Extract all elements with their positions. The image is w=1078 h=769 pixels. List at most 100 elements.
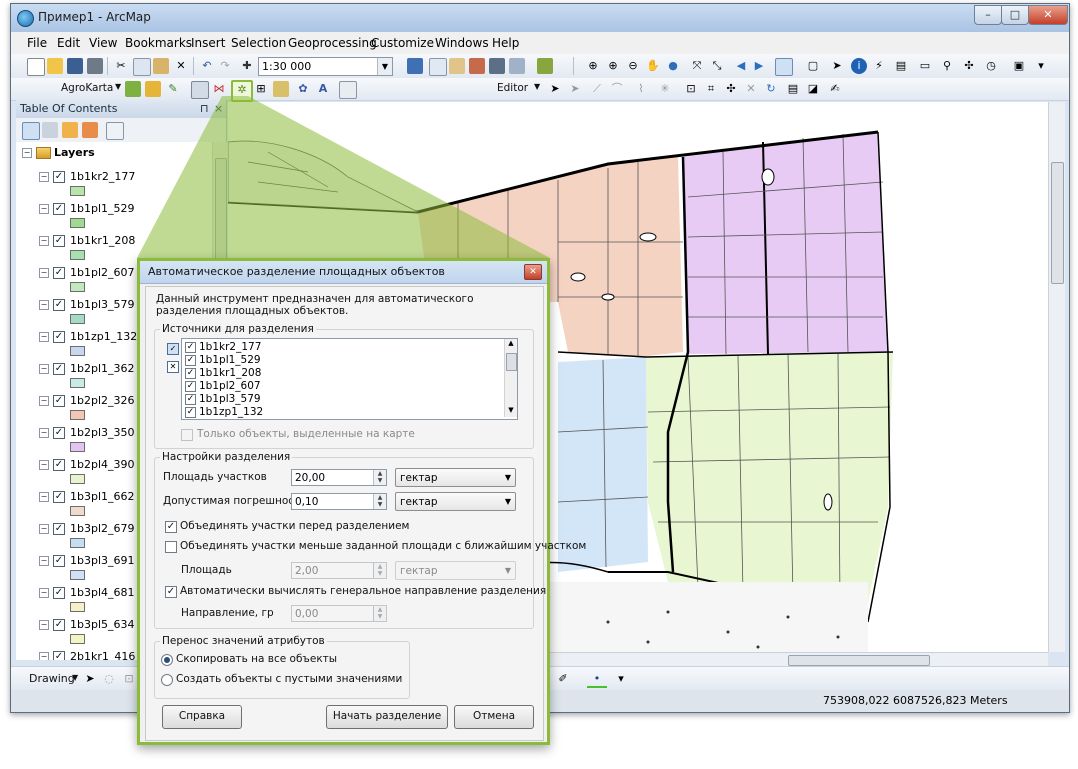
layer-symbol-swatch[interactable] xyxy=(70,378,85,388)
select-features-icon[interactable] xyxy=(775,58,793,76)
collapse-icon[interactable]: − xyxy=(39,652,49,660)
source-checkbox[interactable]: ✓ xyxy=(185,368,196,379)
spinner-arrows-icon[interactable]: ▲ ▼ xyxy=(373,606,386,621)
toolbar-options-icon[interactable]: ▾ xyxy=(1033,58,1049,74)
cut-icon[interactable]: ✂ xyxy=(113,58,129,74)
time-slider-icon[interactable]: ◷ xyxy=(983,58,999,74)
model-builder-icon[interactable] xyxy=(509,58,525,74)
print-icon[interactable] xyxy=(87,58,103,74)
uncheck-all-icon[interactable]: ✕ xyxy=(167,361,179,373)
python-window-icon[interactable] xyxy=(489,58,505,74)
menu-bookmarks[interactable]: Bookmarks xyxy=(125,36,192,50)
layer-visibility-checkbox[interactable]: ✓ xyxy=(53,651,65,660)
split-tool-icon[interactable] xyxy=(191,81,209,99)
undo-icon[interactable]: ↶ xyxy=(199,58,215,74)
label-tool-icon[interactable]: ✿ xyxy=(295,81,311,97)
identify-icon[interactable]: i xyxy=(851,58,867,74)
layer-tool-icon[interactable] xyxy=(125,81,141,97)
editor-toolbar-icon[interactable] xyxy=(407,58,423,74)
html-popup-icon[interactable]: ▤ xyxy=(893,58,909,74)
spinner-arrows-icon[interactable]: ▲ ▼ xyxy=(373,494,386,509)
sources-scroll-thumb[interactable] xyxy=(506,353,517,371)
paste-icon[interactable] xyxy=(153,58,169,74)
layer-visibility-checkbox[interactable]: ✓ xyxy=(53,267,65,279)
options-icon[interactable] xyxy=(106,122,124,140)
layer-visibility-checkbox[interactable]: ✓ xyxy=(53,523,65,535)
layer-visibility-checkbox[interactable]: ✓ xyxy=(53,619,65,631)
menu-customize[interactable]: Customize xyxy=(371,36,434,50)
hyperlink-icon[interactable]: ⚡ xyxy=(871,58,887,74)
layer-visibility-checkbox[interactable]: ✓ xyxy=(53,299,65,311)
layer-symbol-swatch[interactable] xyxy=(70,282,85,292)
pan-icon[interactable]: ✋ xyxy=(645,58,661,74)
copy-all-radio[interactable] xyxy=(161,654,173,666)
layer-visibility-checkbox[interactable]: ✓ xyxy=(53,395,65,407)
tolerance-input[interactable]: 0,10 ▲ ▼ xyxy=(291,493,387,510)
zoom-whole-page-icon[interactable]: ⊡ xyxy=(121,671,137,687)
area-unit-select[interactable]: гектар ▼ xyxy=(395,468,516,487)
layer-item[interactable]: − ✓ 1b1kr2_177 xyxy=(16,170,211,202)
end-point-arc-icon[interactable]: ⌒ xyxy=(609,81,625,97)
open-folder-icon[interactable] xyxy=(47,58,63,74)
auto-direction-checkbox[interactable]: ✓ xyxy=(165,586,177,598)
add-data-icon[interactable]: ✚ xyxy=(239,58,255,74)
select-elements-icon[interactable]: ➤ xyxy=(829,58,845,74)
list-by-visibility-icon[interactable] xyxy=(62,122,78,138)
collapse-icon[interactable]: − xyxy=(39,524,49,534)
layer-symbol-swatch[interactable] xyxy=(70,346,85,356)
chevron-down-icon[interactable]: ▼ xyxy=(115,82,121,91)
grid-tool-icon[interactable]: ⊞ xyxy=(253,81,269,97)
source-checkbox[interactable]: ✓ xyxy=(185,394,196,405)
list-by-drawing-order-icon[interactable] xyxy=(22,122,40,140)
scroll-down-icon[interactable]: ▼ xyxy=(505,406,517,416)
menu-insert[interactable]: Insert xyxy=(191,36,225,50)
map-scroll-thumb[interactable] xyxy=(1051,162,1064,284)
rotate-icon[interactable]: ↻ xyxy=(763,81,779,97)
collapse-icon[interactable]: − xyxy=(39,588,49,598)
editor-menu[interactable]: Editor xyxy=(497,82,528,94)
chevron-down-icon[interactable]: ▼ xyxy=(377,58,392,75)
menu-selection[interactable]: Selection xyxy=(231,36,286,50)
layer-visibility-checkbox[interactable]: ✓ xyxy=(53,235,65,247)
list-by-source-icon[interactable] xyxy=(42,122,58,138)
edit-annotation-icon[interactable]: ➤ xyxy=(567,81,583,97)
zoom-in-icon[interactable]: ⊕ xyxy=(585,58,601,74)
select-elements-icon[interactable]: ➤ xyxy=(82,671,98,687)
collapse-icon[interactable]: − xyxy=(39,396,49,406)
chevron-down-icon[interactable]: ▼ xyxy=(72,673,78,682)
geoprocessing-icon[interactable] xyxy=(537,58,553,74)
close-button[interactable]: ✕ xyxy=(1028,5,1068,25)
cancel-button[interactable]: Отмена xyxy=(454,705,534,729)
clear-selection-icon[interactable]: ▢ xyxy=(805,58,821,74)
layer-visibility-checkbox[interactable]: ✓ xyxy=(53,459,65,471)
fixed-zoom-out-icon[interactable]: ⤡ xyxy=(709,58,725,74)
list-by-selection-icon[interactable] xyxy=(82,122,98,138)
direction-input[interactable]: 0,00 ▲ ▼ xyxy=(291,605,387,622)
go-to-xy-icon[interactable]: ✣ xyxy=(961,58,977,74)
layer-symbol-swatch[interactable] xyxy=(70,186,85,196)
layer-symbol-swatch[interactable] xyxy=(70,218,85,228)
minimize-button[interactable]: – xyxy=(974,5,1002,25)
pin-icon[interactable]: ⊓ xyxy=(200,100,209,118)
forward-extent-icon[interactable]: ▶ xyxy=(751,58,767,74)
menu-file[interactable]: File xyxy=(27,36,47,50)
menu-edit[interactable]: Edit xyxy=(57,36,80,50)
map-scale-combo[interactable]: 1:30 000 ▼ xyxy=(258,57,393,76)
sources-scrollbar[interactable]: ▲ ▼ xyxy=(504,339,517,417)
collapse-icon[interactable]: − xyxy=(39,268,49,278)
check-all-icon[interactable]: ✓ xyxy=(167,343,179,355)
layer-symbol-swatch[interactable] xyxy=(70,602,85,612)
layer-visibility-checkbox[interactable]: ✓ xyxy=(53,203,65,215)
map-vertical-scrollbar[interactable] xyxy=(1048,102,1065,652)
delete-icon[interactable]: ✕ xyxy=(173,58,189,74)
menu-help[interactable]: Help xyxy=(492,36,519,50)
create-viewer-icon[interactable]: ▣ xyxy=(1011,58,1027,74)
agrokarta-menu[interactable]: AgroKarta xyxy=(61,82,113,94)
source-checkbox[interactable]: ✓ xyxy=(185,342,196,353)
collapse-icon[interactable]: − xyxy=(39,364,49,374)
source-checkbox[interactable]: ✓ xyxy=(185,355,196,366)
layer-symbol-swatch[interactable] xyxy=(70,442,85,452)
tolerance-unit-select[interactable]: гектар ▼ xyxy=(395,492,516,511)
line-color-icon[interactable]: ✐ xyxy=(555,671,571,687)
layer-symbol-swatch[interactable] xyxy=(70,314,85,324)
